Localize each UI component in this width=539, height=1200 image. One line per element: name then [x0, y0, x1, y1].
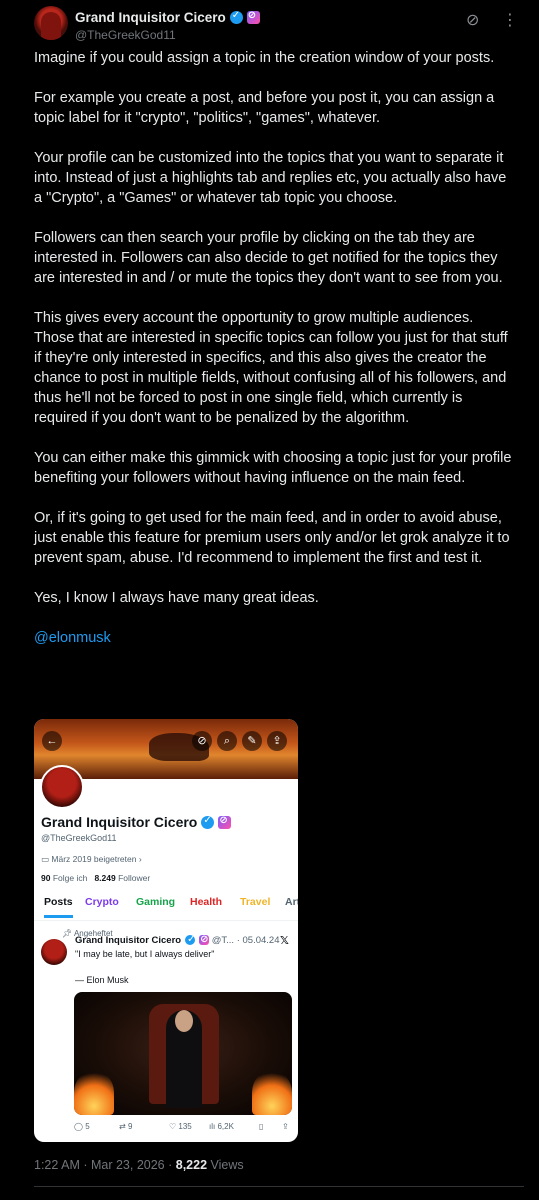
profile-name: Grand Inquisitor Cicero [41, 814, 198, 830]
like-icon: ♡ [169, 1122, 179, 1131]
following-label: Folge ich [52, 873, 88, 883]
repost-icon: ⇄ [119, 1122, 128, 1131]
views-count: 6,2K [217, 1122, 234, 1131]
reply-icon: ◯ [74, 1122, 86, 1131]
reply-count: 5 [85, 1122, 90, 1131]
post-header: Grand Inquisitor Cicero @TheGreekGod11 ⊘… [34, 6, 524, 46]
followers-count: 8.249 [94, 873, 116, 883]
post-paragraph: You can either make this gimmick with ch… [34, 450, 512, 486]
pinned-post-quote: "I may be late, but I always deliver" [75, 949, 215, 959]
fire-left [74, 1070, 114, 1115]
post-paragraph: This gives every account the opportunity… [34, 310, 508, 426]
repost-count: 9 [127, 1122, 133, 1131]
verified-badge-icon [201, 815, 215, 829]
reply-stat: ◯ 5 [74, 1122, 90, 1131]
attached-image[interactable]: ← ⊘ ⌕ ✎ ⇪ Grand Inquisitor Cicero @TheGr… [34, 719, 298, 1142]
post-timestamp[interactable]: 1:22 AM · Mar 23, 2026 · [34, 1158, 176, 1172]
chevron-right-icon: › [136, 854, 142, 864]
grok-badge-icon [199, 934, 210, 945]
views-label: Views [207, 1158, 244, 1172]
grok-logo-icon: ⊘ [192, 731, 212, 751]
post-body: Imagine if you could assign a topic in t… [34, 48, 514, 668]
profile-avatar [40, 765, 84, 809]
avatar[interactable] [34, 6, 68, 40]
post-footer: 1:22 AM · Mar 23, 2026 · 8,222 Views [34, 1158, 244, 1172]
verified-badge-icon [229, 10, 243, 24]
like-stat: ♡ 135 [169, 1122, 192, 1131]
back-icon: ← [42, 731, 62, 751]
man-face [175, 1010, 193, 1032]
post-paragraph: Or, if it's going to get used for the ma… [34, 510, 510, 566]
grok-badge-icon [246, 10, 260, 24]
pinned-post-attribution: — Elon Musk [75, 975, 129, 985]
tab-art: Art [285, 896, 298, 908]
post-paragraph: For example you create a post, and befor… [34, 90, 495, 126]
calendar-icon: ▭ [41, 854, 52, 864]
bookmark-icon: ▯ [259, 1122, 264, 1131]
grok-logo-icon[interactable]: ⊘ [466, 10, 479, 30]
profile-joined: ▭ März 2019 beigetreten › [41, 854, 142, 865]
tab-posts: Posts [44, 895, 73, 918]
profile-name-row: Grand Inquisitor Cicero [41, 814, 232, 830]
joined-text: März 2019 beigetreten [51, 854, 137, 864]
verified-badge-icon [185, 934, 195, 945]
post-paragraph: Followers can then search your profile b… [34, 230, 503, 286]
pin-icon: 📌︎ [62, 929, 74, 938]
share-icon: ⇪ [267, 731, 287, 751]
x-logo-icon: 𝕏 [280, 935, 289, 947]
profile-handle: @TheGreekGod11 [41, 833, 117, 843]
tab-crypto: Crypto [85, 896, 119, 908]
edit-icon: ✎ [242, 731, 262, 751]
post-paragraph: Imagine if you could assign a topic in t… [34, 50, 495, 66]
grok-badge-icon [218, 815, 232, 829]
share-icon: ⇪ [282, 1122, 289, 1131]
pinned-post-image [74, 992, 292, 1115]
repost-stat: ⇄ 9 [119, 1122, 132, 1131]
pinned-post-author: Grand Inquisitor Cicero @T... · 05.04.24 [75, 934, 280, 946]
pinned-post-meta: @T... · 05.04.24 [211, 935, 280, 946]
profile-tabs: Posts Crypto Gaming Health Travel Art [34, 895, 298, 921]
author-name[interactable]: Grand Inquisitor Cicero [75, 10, 226, 25]
following-count: 90 [41, 873, 51, 883]
fire-right [252, 1070, 292, 1115]
divider [34, 1186, 524, 1187]
tab-health: Health [190, 896, 223, 908]
profile-follow-counts: 90 Folge ich 8.249 Follower [41, 873, 150, 883]
followers-label: Follower [118, 873, 151, 883]
views-stat: ılı 6,2K [209, 1122, 234, 1131]
pinned-post-avatar [41, 939, 67, 965]
tab-travel: Travel [240, 896, 271, 908]
views-count: 8,222 [175, 1158, 208, 1172]
tab-gaming: Gaming [136, 896, 176, 908]
mention-link[interactable]: @elonmusk [34, 630, 111, 646]
search-icon: ⌕ [217, 731, 237, 751]
pinned-post-name: Grand Inquisitor Cicero [75, 935, 182, 946]
post-paragraph: Yes, I know I always have many great ide… [34, 590, 319, 606]
like-count: 135 [178, 1122, 192, 1131]
author-handle[interactable]: @TheGreekGod11 [75, 28, 176, 42]
author-name-row[interactable]: Grand Inquisitor Cicero [75, 10, 260, 25]
more-icon[interactable]: ⋮ [502, 10, 518, 30]
post-paragraph: Your profile can be customized into the … [34, 150, 507, 206]
